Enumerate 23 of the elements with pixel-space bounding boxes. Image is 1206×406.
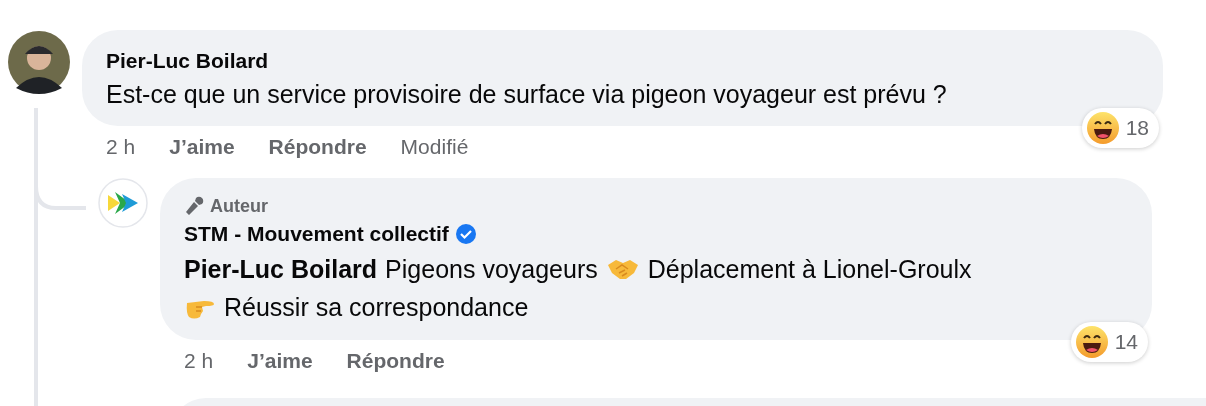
timestamp[interactable]: 2 h	[184, 346, 214, 376]
microphone-icon	[184, 196, 204, 216]
action-link[interactable]: Répondre	[268, 132, 367, 162]
laughing-emoji-icon	[1085, 111, 1120, 145]
edited-label: Modifié	[400, 134, 469, 160]
logo-icon[interactable]	[98, 178, 148, 228]
author-name[interactable]: STM - Mouvement collectif	[184, 218, 449, 250]
reply-text: Réussir sa correspondance	[224, 292, 529, 323]
mention-link[interactable]: Pier-Luc Boilard	[184, 250, 378, 288]
reply-text: Pigeons voyageurs	[385, 254, 598, 285]
timestamp[interactable]: 2 h	[106, 132, 136, 162]
action-link[interactable]: Répondre	[346, 346, 445, 376]
handshake-emoji-icon	[605, 257, 640, 281]
reply-text: Déplacement à Lionel-Groulx	[647, 254, 972, 285]
author-label: Auteur	[210, 195, 268, 218]
laughing-emoji-icon	[1074, 325, 1109, 359]
author-name[interactable]: Pier-Luc Boilard	[106, 46, 1139, 76]
reaction-count[interactable]: 14	[1070, 322, 1148, 362]
comment-text: Est-ce que un service provisoire de surface via pigeon voyageur est prévu ?	[106, 79, 948, 110]
action-link[interactable]: J’aime	[247, 346, 313, 376]
action-link[interactable]: J’aime	[169, 132, 235, 162]
reaction-count[interactable]: 18	[1081, 108, 1159, 148]
avatar[interactable]	[8, 30, 70, 94]
